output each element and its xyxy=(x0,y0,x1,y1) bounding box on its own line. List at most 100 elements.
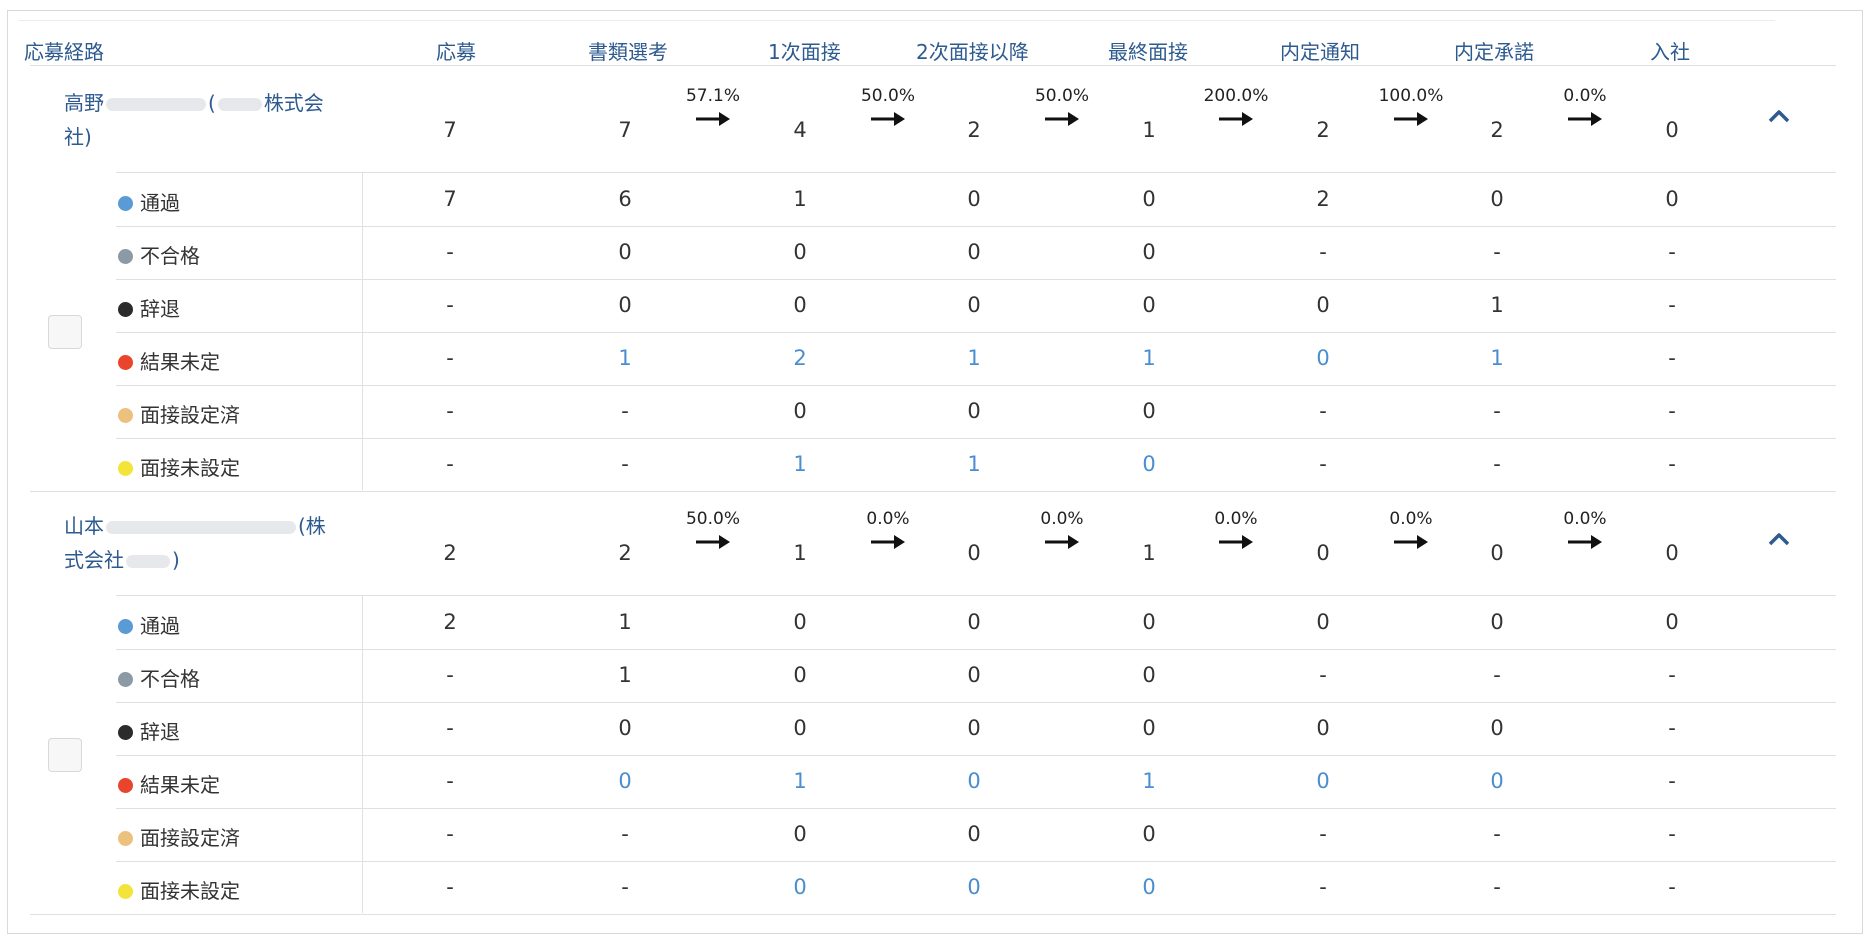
source-name-part[interactable]: 社) xyxy=(64,125,92,149)
status-count: 0 xyxy=(1142,399,1156,423)
status-label: 辞退 xyxy=(118,293,180,322)
status-text: 辞退 xyxy=(140,720,180,744)
row-divider xyxy=(116,861,1836,862)
source-name-link[interactable]: 山本 (株式会社) xyxy=(64,509,334,577)
source-name-part[interactable]: 高野 xyxy=(64,91,104,115)
source-name-part[interactable]: 式会社 xyxy=(64,548,124,572)
status-count-link[interactable]: 1 xyxy=(1109,346,1189,370)
status-count: - xyxy=(446,240,454,264)
group-checkbox[interactable] xyxy=(48,738,82,772)
status-count-link[interactable]: 0 xyxy=(1457,769,1537,793)
status-text: 辞退 xyxy=(140,297,180,321)
status-count-link[interactable]: 1 xyxy=(1457,346,1537,370)
group-checkbox[interactable] xyxy=(48,315,82,349)
status-count: - xyxy=(1319,240,1327,264)
status-count: - xyxy=(1319,399,1327,423)
status-label: 不合格 xyxy=(118,663,200,692)
status-count: 0 xyxy=(793,610,807,634)
status-count: 0 xyxy=(618,293,632,317)
status-count: 0 xyxy=(967,663,981,687)
summary-value: 1 xyxy=(1142,118,1156,142)
status-text: 面接設定済 xyxy=(140,826,240,850)
source-name-link[interactable]: 高野 ( 株式会社) xyxy=(64,86,334,154)
conversion-rate: 0.0% xyxy=(866,509,910,529)
status-text: 面接未設定 xyxy=(140,879,240,903)
chevron-up-icon[interactable] xyxy=(1764,106,1794,126)
status-count-link[interactable]: 2 xyxy=(760,346,840,370)
status-count-link[interactable]: 0 xyxy=(760,875,840,899)
summary-value: 1 xyxy=(793,541,807,565)
status-count: 0 xyxy=(793,240,807,264)
status-label: 面接設定済 xyxy=(118,822,240,851)
status-count: 0 xyxy=(1316,293,1330,317)
status-count: 0 xyxy=(1142,610,1156,634)
header-col-2: 書類選考 xyxy=(588,40,668,64)
status-count: 0 xyxy=(793,663,807,687)
status-label: 面接設定済 xyxy=(118,399,240,428)
summary-value: 4 xyxy=(793,118,807,142)
source-name-part[interactable]: 山本 xyxy=(64,514,104,538)
status-count: - xyxy=(446,346,454,370)
status-count: 0 xyxy=(1665,610,1679,634)
status-text: 不合格 xyxy=(140,667,200,691)
summary-value: 7 xyxy=(618,118,632,142)
status-count-link[interactable]: 1 xyxy=(1109,769,1189,793)
status-label: 辞退 xyxy=(118,716,180,745)
right-arrow-icon xyxy=(1568,112,1602,126)
status-count-link[interactable]: 0 xyxy=(585,769,665,793)
status-count: - xyxy=(1319,875,1327,899)
status-count: 0 xyxy=(1665,187,1679,211)
status-dot-icon xyxy=(118,249,133,264)
summary-value: 0 xyxy=(1665,118,1679,142)
status-count-link[interactable]: 1 xyxy=(934,346,1014,370)
status-count: - xyxy=(1493,663,1501,687)
status-count: - xyxy=(1668,293,1676,317)
conversion-rate: 0.0% xyxy=(1563,509,1607,529)
header-col-3: 1次面接 xyxy=(768,40,841,64)
source-name-part[interactable]: 株式会 xyxy=(264,91,324,115)
status-count-link[interactable]: 1 xyxy=(760,769,840,793)
right-arrow-icon xyxy=(1219,535,1253,549)
status-count: 1 xyxy=(618,663,632,687)
summary-value: 2 xyxy=(443,541,457,565)
status-count: - xyxy=(446,716,454,740)
top-divider xyxy=(18,20,1775,21)
source-name-part[interactable]: ( xyxy=(208,91,216,115)
chevron-up-icon[interactable] xyxy=(1764,529,1794,549)
status-count: 0 xyxy=(967,240,981,264)
status-count-link[interactable]: 1 xyxy=(760,452,840,476)
status-count: - xyxy=(1668,399,1676,423)
status-count: 0 xyxy=(967,399,981,423)
status-count-link[interactable]: 0 xyxy=(934,769,1014,793)
summary-value: 7 xyxy=(443,118,457,142)
status-count: - xyxy=(446,822,454,846)
status-count: - xyxy=(1668,452,1676,476)
status-count-link[interactable]: 1 xyxy=(585,346,665,370)
conversion-rate: 200.0% xyxy=(1203,86,1269,106)
source-name-part[interactable]: (株 xyxy=(298,514,326,538)
status-count: - xyxy=(621,875,629,899)
source-name-part[interactable]: ) xyxy=(172,548,180,572)
status-dot-icon xyxy=(118,196,133,211)
status-count-link[interactable]: 0 xyxy=(1109,452,1189,476)
status-dot-icon xyxy=(118,302,133,317)
status-count-link[interactable]: 0 xyxy=(1109,875,1189,899)
status-count-link[interactable]: 0 xyxy=(1283,769,1363,793)
header-col-8: 入社 xyxy=(1650,40,1690,64)
status-count-link[interactable]: 1 xyxy=(934,452,1014,476)
status-text: 通過 xyxy=(140,191,180,215)
status-count: 0 xyxy=(967,610,981,634)
conversion-rate: 50.0% xyxy=(685,509,740,529)
status-count: - xyxy=(446,875,454,899)
summary-value: 2 xyxy=(1316,118,1330,142)
status-dot-icon xyxy=(118,461,133,476)
status-count: - xyxy=(446,663,454,687)
status-count-link[interactable]: 0 xyxy=(1283,346,1363,370)
redacted-text xyxy=(126,555,170,568)
status-count: 0 xyxy=(967,187,981,211)
status-count: 0 xyxy=(1142,293,1156,317)
status-count-link[interactable]: 0 xyxy=(934,875,1014,899)
status-count: 0 xyxy=(793,822,807,846)
redacted-text xyxy=(106,98,206,111)
row-divider xyxy=(30,914,1836,915)
